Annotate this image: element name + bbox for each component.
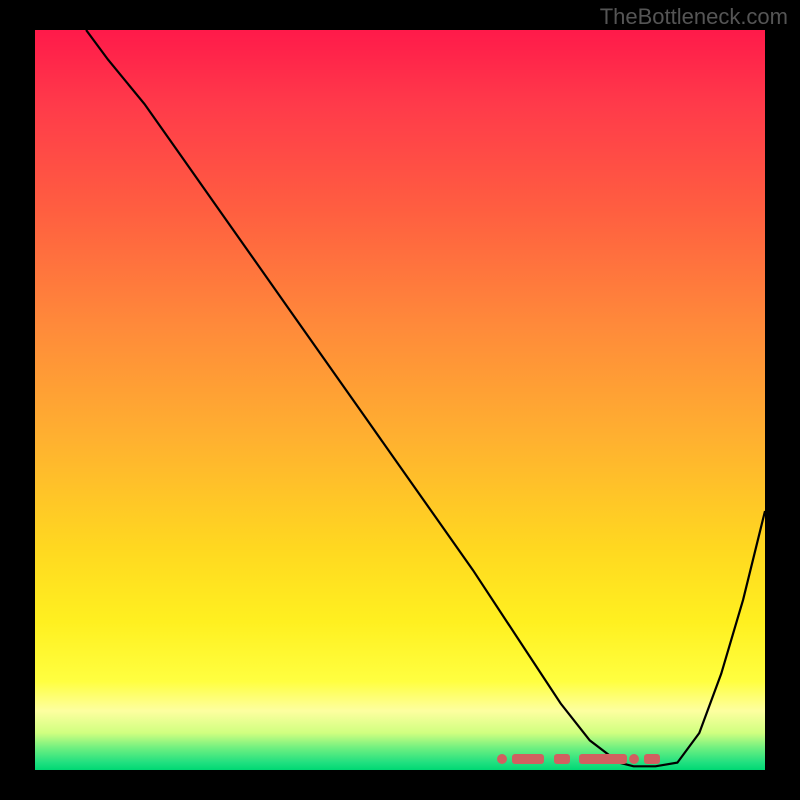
watermark-text: TheBottleneck.com — [600, 4, 788, 30]
bottleneck-curve-path — [86, 30, 765, 766]
highlight-marker-segment — [512, 754, 544, 764]
highlight-marker-segment — [629, 754, 639, 764]
highlight-marker-band — [502, 752, 663, 766]
highlight-marker-segment — [579, 754, 627, 764]
highlight-marker-segment — [554, 754, 570, 764]
highlight-marker-segment — [497, 754, 507, 764]
chart-plot-area — [35, 30, 765, 770]
chart-line-svg — [35, 30, 765, 770]
highlight-marker-segment — [644, 754, 660, 764]
